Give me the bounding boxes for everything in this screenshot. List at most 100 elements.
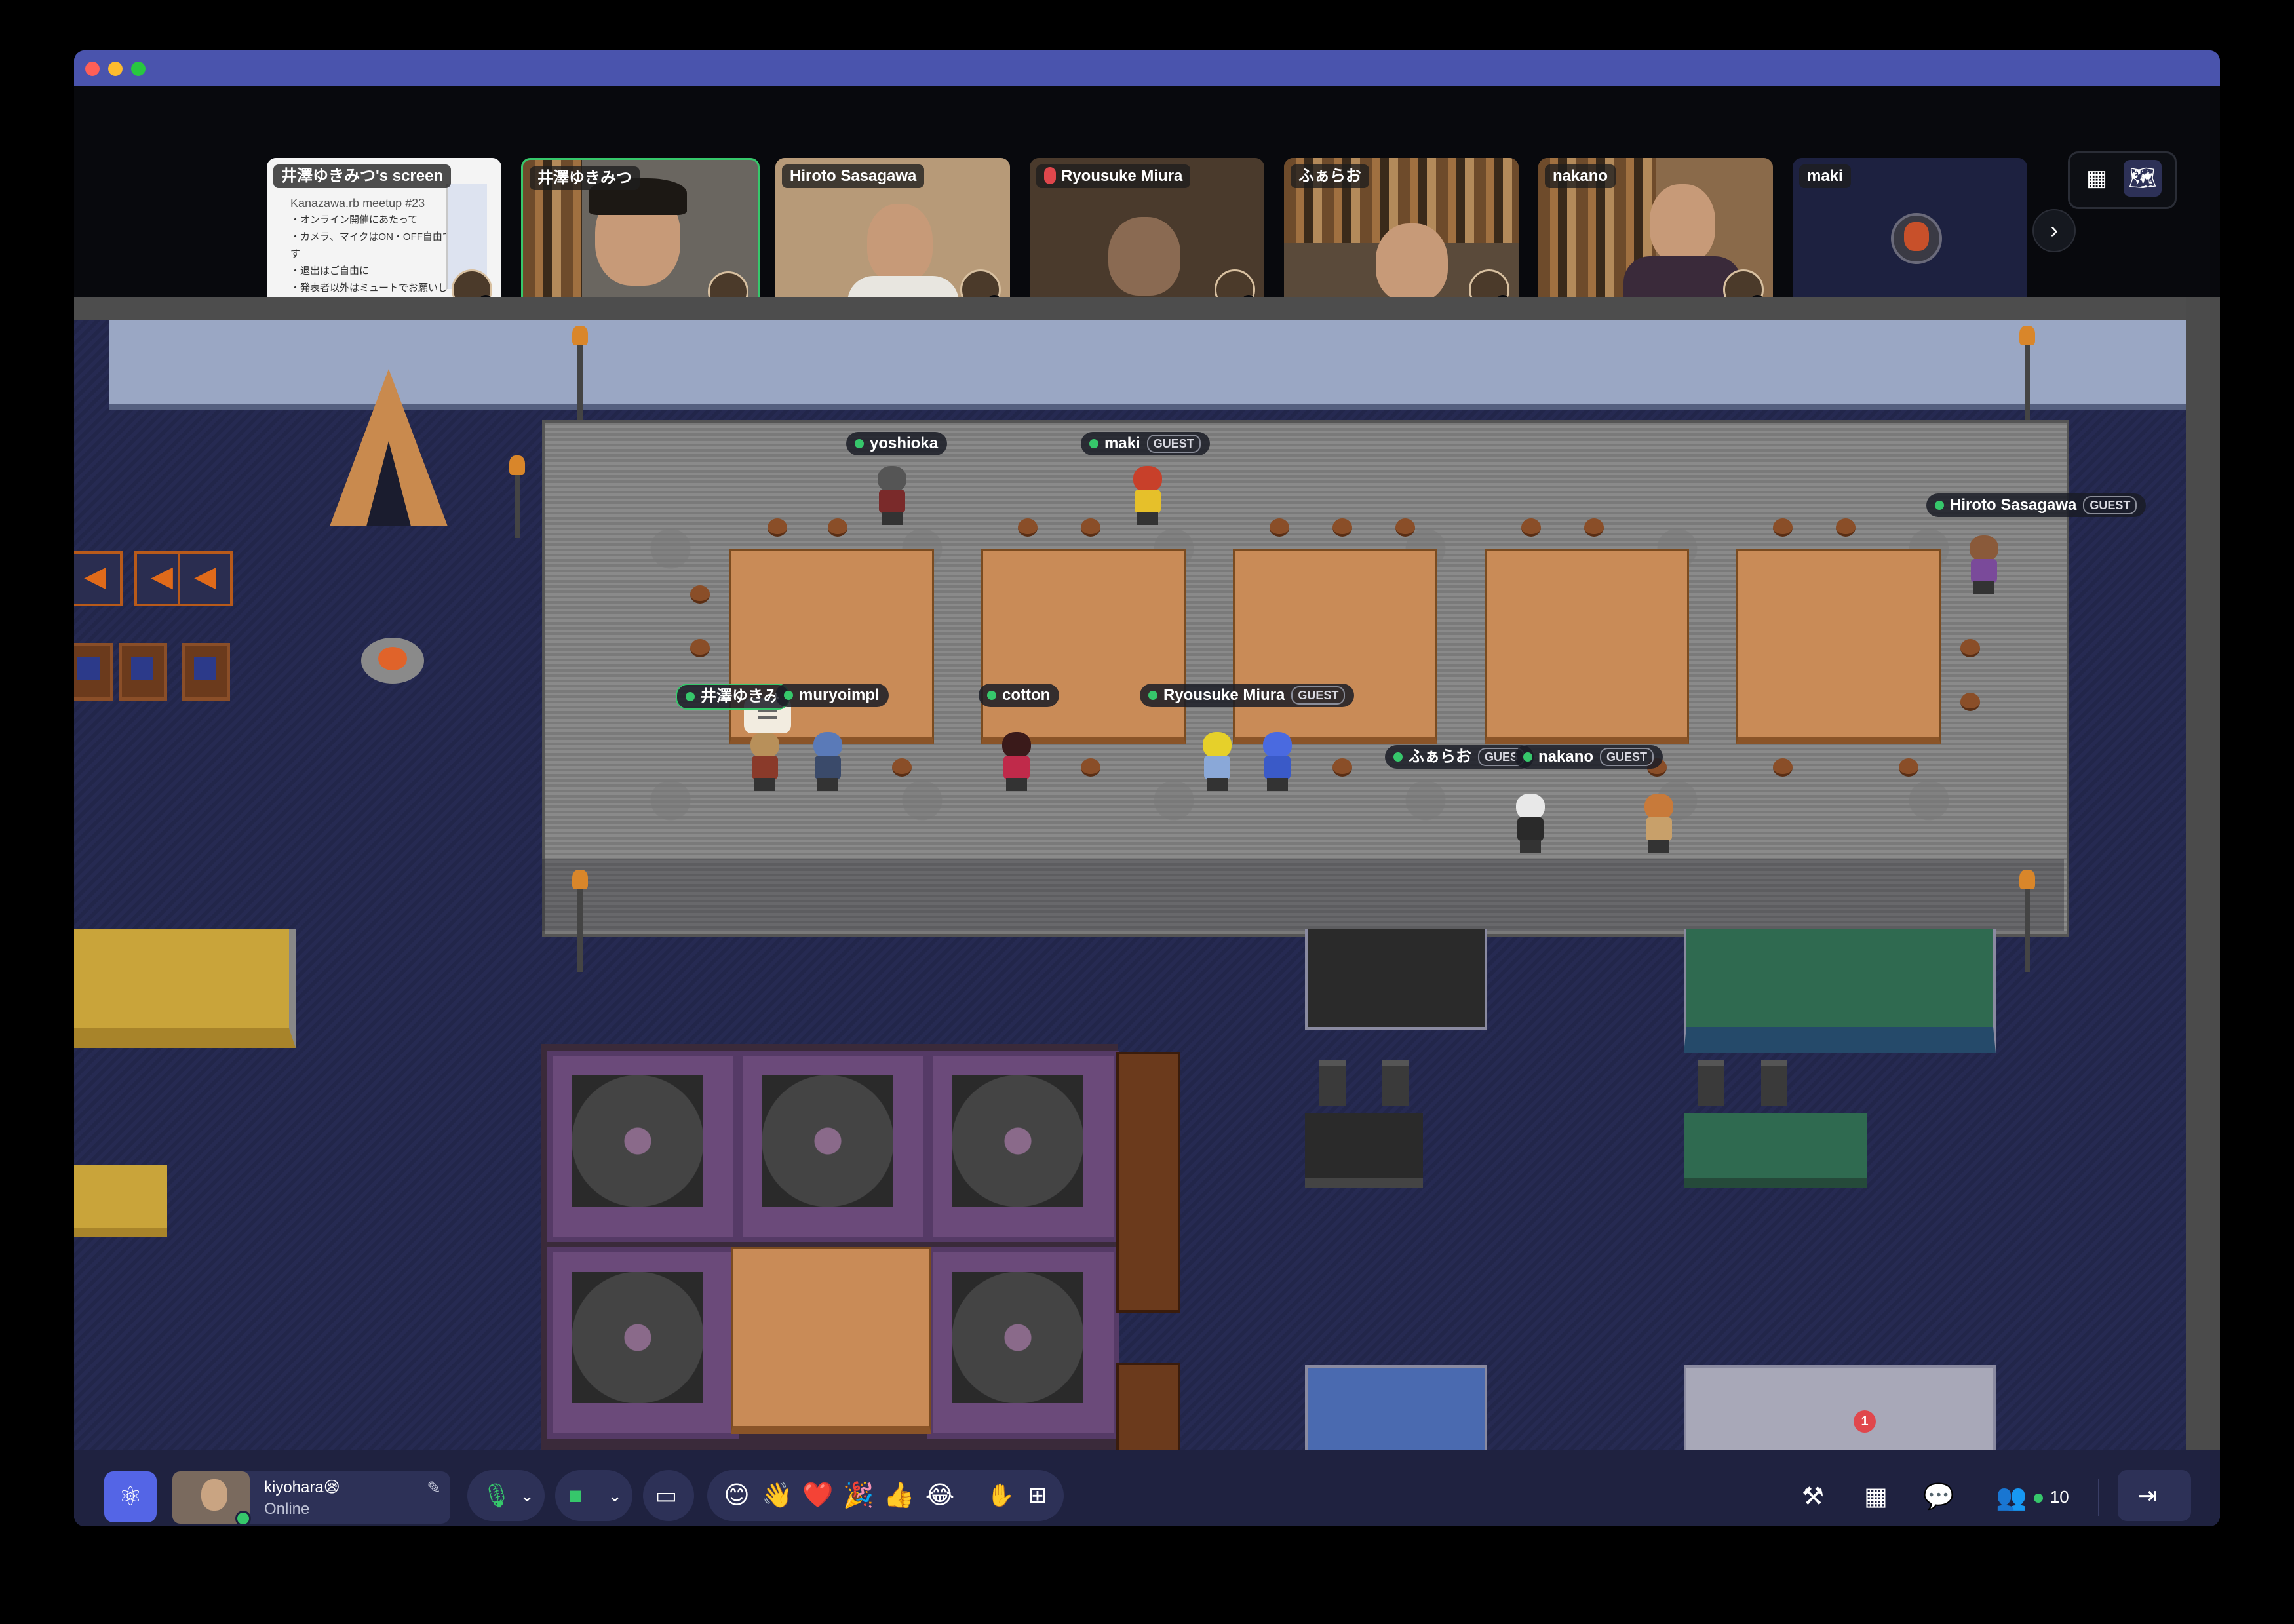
stool <box>1332 758 1352 777</box>
my-profile[interactable]: kiyohara😪 Online ✎ <box>172 1471 450 1526</box>
video-tile-nakano[interactable]: nakano <box>1538 158 1773 315</box>
wooden-bench <box>1116 1052 1180 1313</box>
avatar-muryoimpl[interactable] <box>808 732 847 791</box>
camera-button[interactable]: ■ ⌄ <box>555 1470 632 1521</box>
stool <box>1836 518 1856 537</box>
game-map[interactable]: ◀ ◀ ◀ yoshioka maki GUEST Hiroto Sasagaw… <box>74 297 2220 1450</box>
avatar-nakano[interactable] <box>1639 794 1679 853</box>
avatar-placeholder <box>1891 213 1942 264</box>
stool <box>1081 758 1100 777</box>
avatar-hiroto-sasagawa[interactable] <box>1964 535 2004 594</box>
avatar-yoshioka[interactable] <box>872 466 912 525</box>
my-status-emoji: 😪 <box>323 1479 340 1496</box>
avatar-izawa[interactable] <box>745 732 785 791</box>
leave-button[interactable]: ⇥ <box>2118 1470 2191 1521</box>
reaction-smile[interactable]: 😊 <box>716 1470 757 1521</box>
microphone-button[interactable]: 🎙 ⌄ <box>467 1470 545 1521</box>
map-view-button[interactable]: 🗺 <box>2124 160 2162 197</box>
reaction-laugh[interactable]: 😂 <box>920 1470 960 1521</box>
stool <box>1521 518 1541 537</box>
map-label-nakano: nakano GUEST <box>1515 745 1663 769</box>
map-label-cotton: cotton <box>979 684 1060 707</box>
toolbar-divider <box>2098 1479 2099 1516</box>
avatar-cotton[interactable] <box>997 732 1036 791</box>
video-tile-hiroto-sasagawa[interactable]: Hiroto Sasagawa <box>775 158 1010 315</box>
avatar-ryousuke-miura[interactable] <box>1197 732 1237 791</box>
stool <box>1395 518 1415 537</box>
torch <box>509 455 525 538</box>
booth-green <box>1684 929 1996 1053</box>
chair <box>1698 1060 1724 1106</box>
my-status: Online <box>264 1500 310 1518</box>
megaphone-icon: ◀ <box>178 551 233 606</box>
torch <box>572 870 588 972</box>
tile-label: Hiroto Sasagawa <box>782 164 925 188</box>
chair <box>1319 1060 1346 1106</box>
avatar-farao[interactable] <box>1511 794 1550 853</box>
stool <box>1018 518 1038 537</box>
camera-icon: ■ <box>568 1482 583 1509</box>
stool <box>1773 758 1793 777</box>
map-label-hiroto-sasagawa: Hiroto Sasagawa GUEST <box>1926 493 2147 517</box>
meeting-table <box>1736 549 1941 744</box>
map-icon: 🗺 <box>2128 166 2157 191</box>
shared-screen-line: ・カメラ、マイクはON・OFF自由です <box>290 231 452 260</box>
chat-button[interactable]: 💬 <box>1913 1471 1964 1522</box>
stool <box>1332 518 1352 537</box>
zoom-window-button[interactable] <box>131 62 146 76</box>
low-table <box>731 1247 931 1434</box>
reaction-heart[interactable]: ❤️ <box>798 1470 838 1521</box>
desk-green <box>1684 1113 1867 1188</box>
video-tile-maki[interactable]: maki <box>1793 158 2027 315</box>
title-bar <box>74 50 2220 86</box>
sofa-yellow <box>74 929 296 1048</box>
more-reactions-button[interactable]: ⊞ <box>1019 1470 1056 1521</box>
chevron-down-icon[interactable]: ⌄ <box>520 1470 534 1521</box>
torch <box>2019 326 2035 428</box>
map-label-text: ふぁらお <box>1409 748 1471 765</box>
video-tile-farao[interactable]: ふぁらお <box>1284 158 1519 315</box>
next-participants-button[interactable]: › <box>2032 209 2076 252</box>
reaction-thumbs-up[interactable]: 👍 <box>879 1470 920 1521</box>
view-toggle: ▦ 🗺 <box>2068 151 2177 209</box>
chair <box>1382 1060 1409 1106</box>
screen-share-button[interactable]: ▭ <box>643 1470 694 1521</box>
map-label-text: cotton <box>1002 686 1051 704</box>
participant-count: 10 <box>2050 1487 2069 1507</box>
app-menu-button[interactable]: ⚛ <box>104 1471 157 1522</box>
avatar-blue-hair[interactable] <box>1258 732 1297 791</box>
map-label-text: maki <box>1104 435 1140 452</box>
video-tile-ryousuke-miura[interactable]: Ryousuke Miura <box>1030 158 1264 315</box>
video-tile-izawa[interactable]: 井澤ゆきみつ <box>521 158 760 319</box>
torch <box>572 326 588 428</box>
map-top-wall <box>74 297 2220 320</box>
pencil-icon: ✎ <box>427 1478 441 1498</box>
map-label-text: muryoimpl <box>799 686 880 704</box>
avatar-sprite <box>1904 222 1929 251</box>
carpet-panel <box>547 1051 739 1242</box>
picture-frame <box>119 643 167 701</box>
minimize-window-button[interactable] <box>108 62 123 76</box>
chevron-down-icon[interactable]: ⌄ <box>608 1470 622 1521</box>
reaction-party[interactable]: 🎉 <box>838 1470 879 1521</box>
avatar-maki[interactable] <box>1128 466 1167 525</box>
map-label-yoshioka: yoshioka <box>846 432 948 455</box>
shared-screen-line: ・退出はご自由に <box>290 265 370 277</box>
edit-profile-button[interactable]: ✎ <box>427 1478 441 1498</box>
microphone-icon: 🎙 <box>482 1482 512 1509</box>
participants-button[interactable]: 👥 10 <box>1987 1471 2078 1522</box>
shared-screen-line: ・オンライン開催にあたって <box>290 214 418 225</box>
grid-view-button[interactable]: ▦ <box>2078 160 2116 197</box>
close-window-button[interactable] <box>85 62 100 76</box>
participant-face <box>1376 223 1448 302</box>
map-label-farao: ふぁらお GUES <box>1385 745 1534 769</box>
online-dot <box>2034 1494 2044 1503</box>
build-button[interactable]: ⚒ <box>1787 1471 1838 1522</box>
video-tile-screen-share[interactable]: Kanazawa.rb meetup #23 ・オンライン開催にあたって ・カメ… <box>267 158 501 315</box>
map-label-maki: maki GUEST <box>1081 432 1210 455</box>
raise-hand-button[interactable]: ✋ <box>982 1470 1019 1521</box>
calendar-button[interactable]: ▦ <box>1850 1471 1901 1522</box>
tile-label: 井澤ゆきみつ <box>530 166 640 190</box>
muted-mic-icon <box>1044 167 1056 184</box>
reaction-wave[interactable]: 👋 <box>757 1470 798 1521</box>
